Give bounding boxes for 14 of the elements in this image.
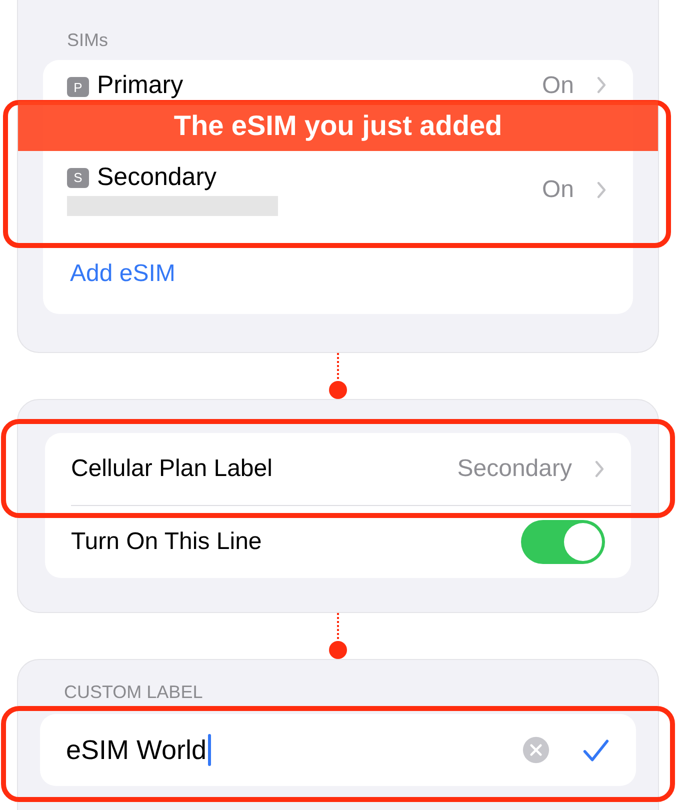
section-header: CUSTOM LABEL xyxy=(63,682,204,704)
section-header: SIMs xyxy=(66,30,110,52)
annotation-banner: The eSIM you just added xyxy=(18,101,658,151)
sim-name[interactable]: Primary xyxy=(97,72,184,99)
field-value: eSIM World xyxy=(66,734,207,766)
sim-badge: P xyxy=(67,77,89,97)
sim-name[interactable]: Secondary xyxy=(97,163,217,192)
sim-status: On xyxy=(542,72,574,100)
sim-status: On xyxy=(542,176,574,204)
label-input-field[interactable]: eSIM World xyxy=(40,714,636,786)
sim-badge: S xyxy=(67,168,89,188)
row-label: Turn On This Line xyxy=(71,528,263,556)
row-label: Cellular Plan Label xyxy=(71,455,274,483)
add-esim-link[interactable]: Add eSIM xyxy=(70,260,176,288)
